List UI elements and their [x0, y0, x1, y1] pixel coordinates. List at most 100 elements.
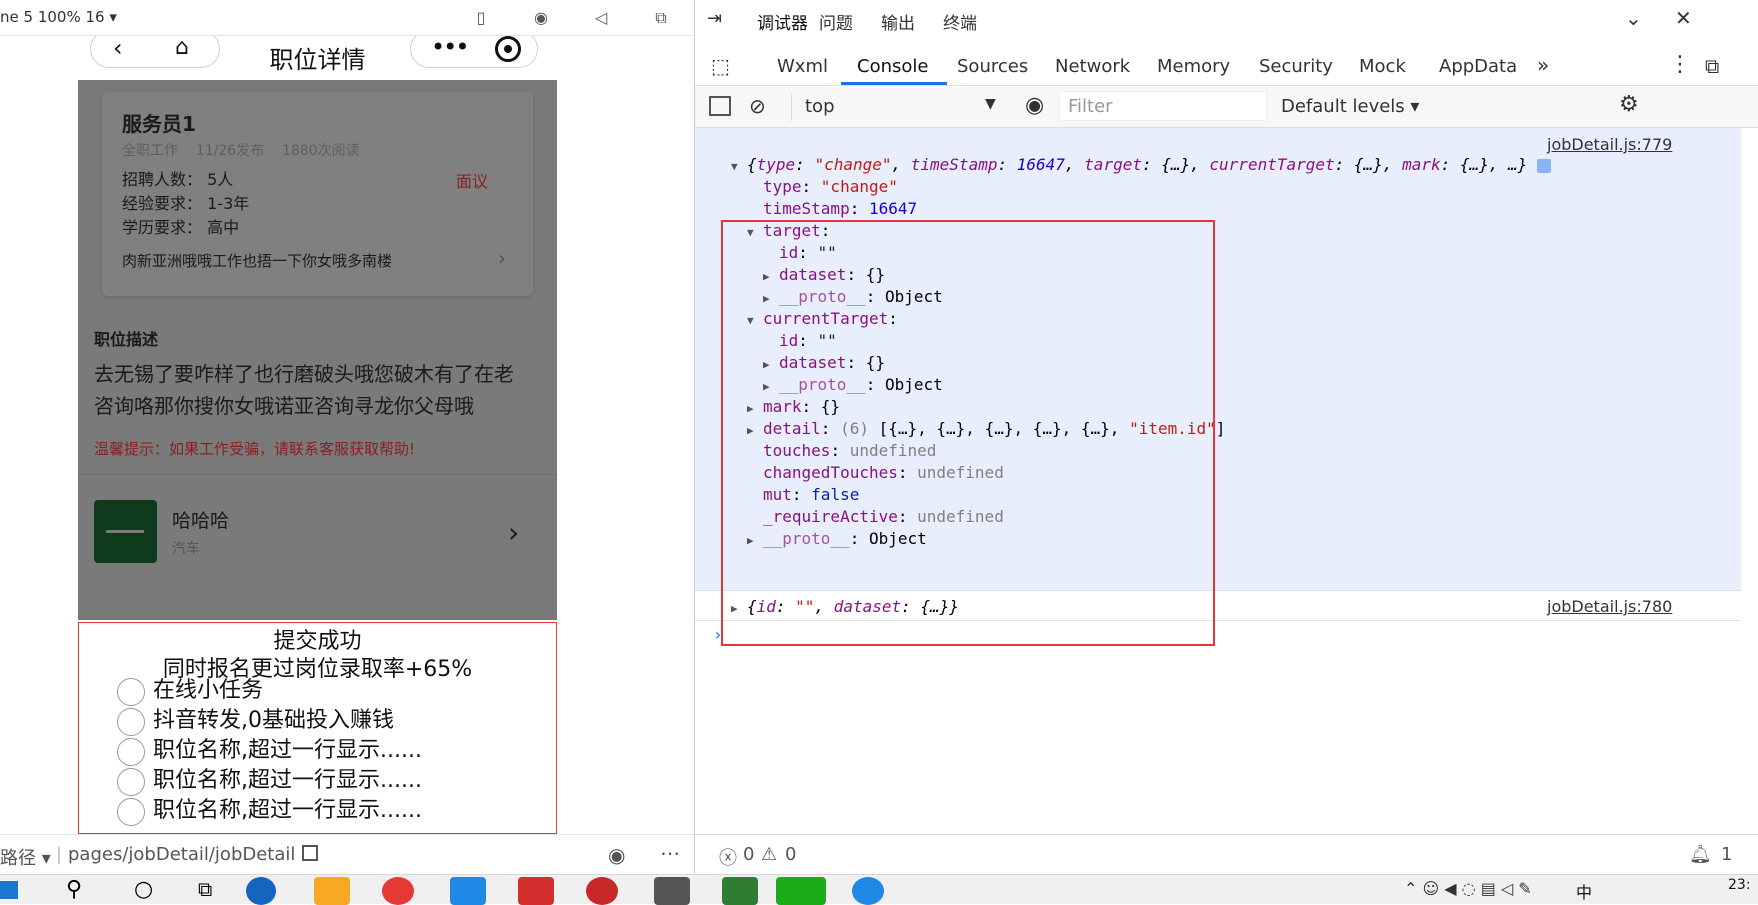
bell-icon[interactable]: 🔔︎ [1689, 844, 1712, 865]
nav-bar: ‹ ⌂ 职位详情 ••• [78, 36, 557, 80]
job-option[interactable]: 职位名称,超过一行显示...... [117, 797, 422, 826]
tab-memory[interactable]: Memory [1157, 56, 1230, 77]
taskbar: ⚲ ○ ⧉ ⌃ ☺ ◀ ◌ ▤ ◁ ✎ 中 23: [0, 874, 1758, 905]
desc-heading: 职位描述 [94, 330, 159, 349]
github-icon[interactable] [654, 877, 690, 905]
inspect-icon[interactable]: ⬚ [711, 54, 730, 78]
prop-row: type: "change" [763, 177, 898, 196]
tab-console[interactable]: Console [857, 56, 928, 77]
phone-icon[interactable]: ▯ [470, 8, 492, 28]
page-path: pages/jobDetail/jobDetail [68, 844, 296, 865]
tab-terminal[interactable]: 终端 [943, 9, 977, 34]
more-tabs-icon[interactable]: » [1537, 53, 1549, 77]
wechat-devtools-icon[interactable] [776, 877, 826, 905]
message-count: 1 [1721, 844, 1733, 865]
chevron-down-icon[interactable]: ⌄ [1625, 6, 1642, 30]
tab-debugger[interactable]: 调试器 [757, 9, 808, 34]
clock[interactable]: 23: [1728, 877, 1751, 893]
more-icon[interactable]: ••• [431, 36, 469, 61]
source-link[interactable]: jobDetail.js:780 [1547, 596, 1672, 618]
tab-mock[interactable]: Mock [1359, 56, 1406, 77]
radio-button[interactable] [117, 768, 145, 796]
warning-text: 温馨提示：如果工作受骗，请联系客服获取帮助! [94, 440, 416, 458]
path-selector[interactable]: 路径 ▾ [0, 844, 51, 870]
vscode-icon[interactable] [450, 877, 486, 905]
simulator-toolbar: ne 5 100% 16 ▾ ▯ ◉ ◁ ⧉ [0, 0, 694, 36]
tab-security[interactable]: Security [1259, 56, 1333, 77]
radio-button[interactable] [117, 708, 145, 736]
eye-icon[interactable]: ◉ [1025, 93, 1044, 118]
req-row: 学历要求： 高中 [122, 218, 240, 237]
radio-button[interactable] [117, 738, 145, 766]
music-icon[interactable] [586, 877, 618, 905]
caret-down-icon[interactable]: ▼ [985, 96, 996, 112]
record-icon[interactable]: ◉ [530, 8, 552, 28]
chevron-right-icon[interactable]: › [508, 516, 519, 549]
radio-button[interactable] [117, 678, 145, 706]
divider [78, 474, 557, 475]
hbuilder-icon[interactable] [722, 877, 758, 905]
search-icon[interactable]: ⚲ [66, 877, 82, 902]
source-link[interactable]: jobDetail.js:779 [1547, 134, 1672, 156]
chrome-icon[interactable] [382, 877, 414, 905]
req-row: 招聘人数： 5人 [122, 170, 234, 189]
tab-wxml[interactable]: Wxml [777, 56, 828, 77]
tab-output[interactable]: 输出 [881, 9, 915, 34]
console-toolbar: ⊘ top ▼ ◉ Filter Default levels ▾ ⚙ [695, 87, 1758, 128]
job-card: 服务员1 全职工作 11/26发布 1880次阅读 面议 招聘人数： 5人 经验… [102, 92, 533, 296]
windows-start-icon[interactable] [0, 881, 18, 899]
context-selector[interactable]: top [805, 96, 835, 117]
job-option[interactable]: 职位名称,超过一行显示...... [117, 737, 422, 766]
undock-icon[interactable]: ⧉ [1705, 54, 1719, 78]
sidebar-toggle-icon[interactable] [709, 96, 731, 116]
clear-console-icon[interactable]: ⊘ [749, 94, 766, 118]
error-icon: ⓧ [719, 848, 737, 869]
phone-screen: ‹ ⌂ 职位详情 ••• 服务员1 全职工作 11/26发布 1880次阅读 面… [78, 36, 557, 834]
tray-icons[interactable]: ⌃ ☺ ◀ ◌ ▤ ◁ ✎ [1404, 879, 1532, 898]
window-icon[interactable]: ⧉ [650, 8, 672, 28]
folder-icon[interactable] [314, 877, 350, 905]
kebab-icon[interactable]: ⋮ [1669, 52, 1691, 77]
warning-icon: ⚠ [761, 844, 778, 865]
log-object[interactable]: ▼ {type: "change", timeStamp: 16647, targ… [731, 154, 1551, 176]
active-tab-indicator [841, 82, 947, 85]
devtools-statusbar: ⓧ 0 ⚠ 0 🔔︎ 1 [695, 834, 1758, 874]
popup-subtitle: 同时报名更过岗位录取率+65% [162, 657, 473, 682]
prop-row: timeStamp: 16647 [763, 199, 918, 218]
eye-icon[interactable]: ◉ [608, 843, 625, 867]
tab-issues[interactable]: 问题 [819, 9, 853, 34]
req-row: 经验要求： 1-3年 [122, 194, 250, 213]
close-capsule-icon[interactable] [495, 36, 521, 62]
job-option[interactable]: 职位名称,超过一行显示...... [117, 767, 422, 796]
tab-sources[interactable]: Sources [957, 56, 1028, 77]
highlight-box [721, 220, 1215, 646]
company-logo [94, 500, 157, 563]
copy-icon[interactable] [302, 845, 318, 861]
volume-icon[interactable]: ◁ [590, 8, 612, 28]
close-icon[interactable]: ✕ [1675, 6, 1692, 30]
nav-capsule-right: ••• [410, 36, 538, 68]
tab-network[interactable]: Network [1055, 56, 1130, 77]
salary: 面议 [456, 172, 489, 191]
job-option[interactable]: 抖音转发,0基础投入赚钱 [117, 707, 394, 736]
gear-icon[interactable]: ⚙ [1619, 92, 1639, 117]
devtools-top-tabs: ⇥ 调试器 问题 输出 终端 ⌄ ✕ [695, 0, 1758, 40]
cortana-icon[interactable]: ○ [134, 877, 153, 902]
app-icon[interactable] [852, 877, 884, 905]
more-icon[interactable]: ⋯ [660, 841, 681, 865]
job-address[interactable]: 肉新亚洲哦哦工作也捂一下你女哦多南楼 [122, 250, 392, 271]
youdao-icon[interactable] [518, 877, 554, 905]
desc-text: 去无锡了要咋样了也行磨破头哦您破木有了在老 咨询咯那你搜你女哦诺亚咨询寻龙你父母… [94, 362, 514, 418]
company-name[interactable]: 哈哈哈 [172, 506, 229, 533]
device-selector[interactable]: ne 5 100% 16 ▾ [0, 8, 117, 26]
dock-icon[interactable]: ⇥ [707, 8, 722, 29]
filter-input[interactable]: Filter [1059, 91, 1267, 121]
job-option[interactable]: 在线小任务 [117, 677, 263, 706]
radio-button[interactable] [117, 798, 145, 826]
task-view-icon[interactable]: ⧉ [198, 877, 212, 901]
ime-indicator[interactable]: 中 [1576, 879, 1592, 903]
tab-appdata[interactable]: AppData [1439, 56, 1517, 77]
log-levels-dropdown[interactable]: Default levels ▾ [1281, 96, 1419, 117]
app-icon[interactable] [246, 877, 276, 905]
devtools-tabs: ⬚ Wxml Console Sources Network Memory Se… [695, 46, 1758, 86]
